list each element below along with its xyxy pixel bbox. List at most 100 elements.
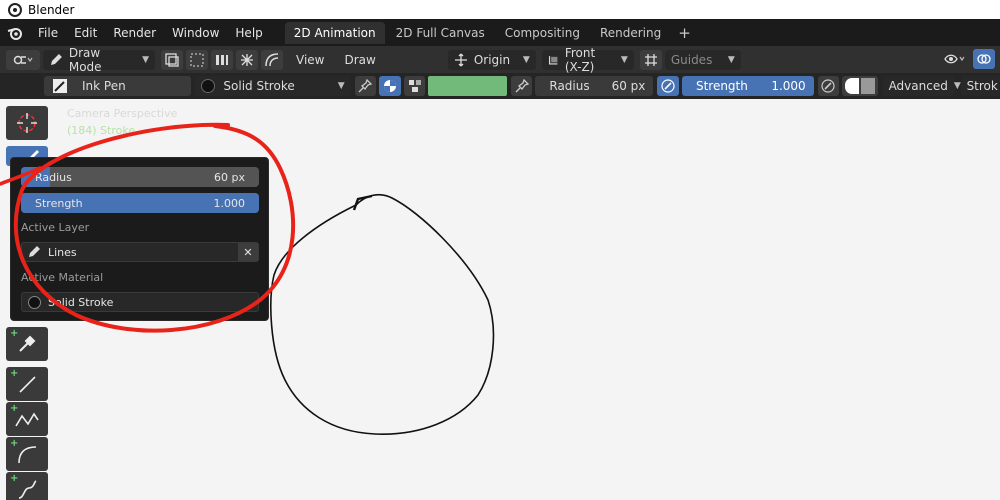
- color-mode-material-button[interactable]: [379, 76, 401, 96]
- brush-selector[interactable]: Ink Pen: [44, 76, 192, 96]
- menu-edit[interactable]: Edit: [66, 26, 105, 40]
- guides-label: Guides: [670, 52, 713, 67]
- stroke-label: Strok: [966, 79, 998, 93]
- pin-material-button[interactable]: [354, 76, 377, 96]
- draw-menu[interactable]: Draw: [334, 53, 385, 67]
- active-layer-field[interactable]: Lines ✕: [21, 242, 259, 262]
- window-title: Blender: [28, 2, 75, 17]
- origin-dropdown[interactable]: Origin ▼: [447, 49, 536, 70]
- visibility-toggle[interactable]: [940, 49, 970, 69]
- camera-sub-label: (184) Stroke: [67, 124, 136, 137]
- popover-strength-label: Strength: [35, 196, 83, 210]
- strength-pressure-toggle[interactable]: [817, 76, 840, 96]
- plus-icon: +: [10, 473, 19, 484]
- tab-rendering[interactable]: Rendering: [591, 22, 670, 44]
- move-arrows-icon: [454, 53, 467, 66]
- brush-settings-popover: Radius 60 px Strength 1.000 Active Layer…: [10, 157, 269, 321]
- select-points-toggle[interactable]: [186, 49, 208, 70]
- chevron-down-icon: ▼: [142, 54, 149, 65]
- active-layer-value: Lines: [48, 245, 77, 259]
- pin-icon: [515, 79, 529, 93]
- curve-falloff-icon: [265, 52, 279, 66]
- select-segment-toggle[interactable]: [236, 49, 258, 70]
- stroke-placement-toggle[interactable]: [842, 76, 878, 96]
- overlays-toggle[interactable]: [973, 49, 995, 69]
- advanced-dropdown[interactable]: Advanced ▼: [882, 76, 961, 96]
- cursor-icon: [17, 113, 37, 133]
- view-menu[interactable]: View: [286, 53, 334, 67]
- material-ball-icon: [201, 79, 216, 93]
- menu-window[interactable]: Window: [164, 26, 227, 40]
- overlay-visibility-group: [940, 49, 998, 69]
- active-material-heading: Active Material: [21, 271, 104, 284]
- brush-preview-icon: [53, 79, 67, 93]
- strength-label: Strength: [695, 79, 748, 93]
- pen-pressure-icon: [661, 79, 675, 93]
- popover-radius-label: Radius: [35, 170, 72, 184]
- polyline-tool[interactable]: +: [6, 402, 48, 436]
- strength-value: 1.000: [771, 79, 806, 93]
- mode-dropdown[interactable]: Draw Mode ▼: [43, 46, 155, 74]
- multiframe-icon: [165, 52, 179, 67]
- title-bar: Blender: [0, 0, 1000, 19]
- points-icon: [190, 53, 204, 66]
- add-workspace-button[interactable]: +: [670, 24, 699, 42]
- radius-value: 60 px: [611, 79, 646, 93]
- material-ball-icon: [22, 295, 46, 309]
- menu-file[interactable]: File: [30, 26, 66, 40]
- guides-dropdown[interactable]: Guides ▼: [664, 49, 741, 70]
- stroke-dropdown[interactable]: Strok: [960, 76, 1000, 96]
- popover-strength-value: 1.000: [213, 196, 246, 210]
- popover-strength-slider[interactable]: Strength 1.000: [21, 193, 259, 213]
- tab-2d-animation[interactable]: 2D Animation: [284, 21, 385, 44]
- advanced-label: Advanced: [888, 79, 948, 93]
- eyedropper-tool[interactable]: +: [6, 327, 48, 361]
- origin-label: Origin: [473, 52, 511, 67]
- chevron-down-icon: ▼: [337, 81, 345, 91]
- blender-menu-icon[interactable]: [0, 26, 30, 40]
- grid-icon: [644, 53, 657, 66]
- plus-icon: +: [10, 438, 19, 449]
- pin-color-button[interactable]: [510, 76, 533, 96]
- tab-2d-full-canvas[interactable]: 2D Full Canvas: [387, 22, 494, 44]
- stroke-placement-icon: [844, 78, 875, 94]
- guides-toggle[interactable]: [639, 49, 662, 70]
- material-dropdown[interactable]: Solid Stroke ▼: [195, 76, 351, 96]
- vertex-color-icon: [408, 80, 421, 92]
- menu-help[interactable]: Help: [227, 26, 270, 40]
- arc-tool[interactable]: +: [6, 437, 48, 471]
- chevron-down-icon: ▼: [953, 81, 961, 91]
- color-mode-vertex-button[interactable]: [403, 76, 426, 96]
- active-material-field[interactable]: Solid Stroke: [21, 292, 259, 312]
- cursor-tool[interactable]: [6, 106, 48, 140]
- radius-field[interactable]: Radius 60 px: [535, 76, 654, 96]
- radius-label: Radius: [549, 79, 590, 93]
- menu-render[interactable]: Render: [105, 26, 164, 40]
- select-stroke-toggle[interactable]: [211, 49, 233, 70]
- color-swatch[interactable]: [428, 76, 507, 96]
- pen-pressure-icon: [821, 79, 836, 93]
- plus-icon: +: [10, 368, 19, 379]
- radius-pressure-toggle[interactable]: [657, 76, 679, 96]
- pencil-icon: [22, 245, 46, 259]
- blender-logo-icon: [8, 2, 22, 17]
- close-icon[interactable]: ✕: [238, 243, 258, 261]
- plus-icon: +: [10, 403, 19, 414]
- eye-icon: [944, 54, 965, 64]
- viewport-editor-icon: [13, 55, 33, 64]
- line-icon: [19, 376, 36, 393]
- line-tool[interactable]: +: [6, 367, 48, 401]
- stroke-sculpt-toggle[interactable]: [261, 49, 283, 70]
- plane-icon: [548, 55, 558, 65]
- orientation-dropdown[interactable]: Front (X-Z) ▼: [541, 46, 634, 74]
- stroke-select-icon: [216, 54, 228, 65]
- curve-tool[interactable]: +: [6, 472, 48, 500]
- tab-compositing[interactable]: Compositing: [496, 22, 589, 44]
- pencil-icon: [50, 53, 62, 65]
- active-layer-heading: Active Layer: [21, 221, 90, 234]
- strength-field[interactable]: Strength 1.000: [681, 76, 814, 96]
- popover-radius-slider[interactable]: Radius 60 px: [21, 167, 259, 187]
- multiframe-toggle[interactable]: [161, 49, 183, 70]
- editor-type-button[interactable]: [6, 49, 40, 70]
- pin-icon: [358, 79, 373, 93]
